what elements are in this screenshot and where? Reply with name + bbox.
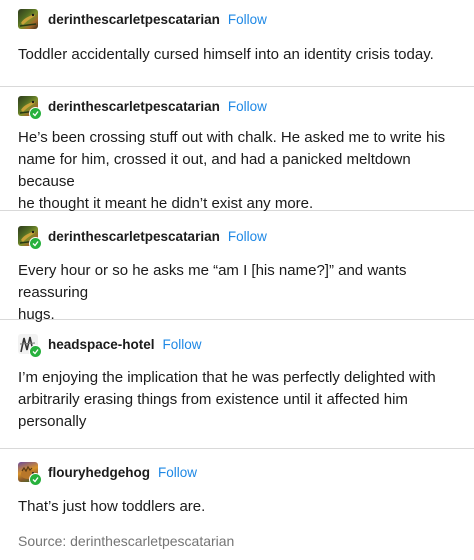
post-text-line: name for him, crossed it out, and had a …	[18, 151, 411, 190]
lizard-avatar-icon[interactable]	[18, 96, 42, 120]
reblog-post-3: derinthescarletpescatarian Follow Every …	[0, 211, 474, 323]
post-body: I’m enjoying the implication that he was…	[18, 367, 468, 433]
reblog-post-4: headspace-hotel Follow I’m enjoying the …	[0, 320, 474, 449]
post-text-line: He’s been crossing stuff out with chalk.…	[18, 129, 446, 146]
post-header: flouryhedgehog Follow	[18, 461, 197, 486]
hedgehog-avatar-icon[interactable]	[18, 462, 42, 486]
post-body: Every hour or so he asks me “am I [his n…	[18, 260, 468, 326]
post-text-line: I’m enjoying the implication that he was…	[18, 369, 436, 386]
online-badge-icon	[29, 107, 42, 120]
online-badge-icon	[29, 473, 42, 486]
follow-button[interactable]: Follow	[228, 12, 267, 27]
post-text-line: arbitrarily erasing things from existenc…	[18, 391, 408, 408]
post-text-line: he thought it meant he didn’t exist any …	[18, 195, 314, 212]
reblog-post-2: derinthescarletpescatarian Follow He’s b…	[0, 87, 474, 212]
post-header: derinthescarletpescatarian Follow	[18, 225, 267, 250]
lizard-avatar-icon[interactable]	[18, 226, 42, 250]
hotel-sketch-avatar-icon[interactable]	[18, 334, 42, 358]
post-header: headspace-hotel Follow	[18, 333, 202, 358]
post-header: derinthescarletpescatarian Follow	[18, 8, 267, 30]
online-badge-icon	[29, 237, 42, 250]
post-body: Toddler accidentally cursed himself into…	[18, 44, 468, 66]
post-text-line: personally	[18, 413, 87, 430]
follow-button[interactable]: Follow	[158, 465, 197, 480]
online-badge-icon	[29, 345, 42, 358]
follow-button[interactable]: Follow	[228, 229, 267, 244]
post-username[interactable]: flouryhedgehog	[48, 465, 150, 480]
reblog-thread: derinthescarletpescatarian Follow Toddle…	[0, 0, 474, 560]
post-username[interactable]: derinthescarletpescatarian	[48, 12, 220, 27]
post-body: That’s just how toddlers are.	[18, 496, 468, 518]
post-username[interactable]: derinthescarletpescatarian	[48, 99, 220, 114]
post-username[interactable]: headspace-hotel	[48, 337, 155, 352]
post-text-line: Toddler accidentally cursed himself into…	[18, 46, 434, 63]
post-body: He’s been crossing stuff out with chalk.…	[18, 127, 468, 215]
follow-button[interactable]: Follow	[163, 337, 202, 352]
lizard-avatar-icon[interactable]	[18, 9, 38, 29]
post-text-line: That’s just how toddlers are.	[18, 498, 206, 515]
post-header: derinthescarletpescatarian Follow	[18, 95, 267, 120]
post-username[interactable]: derinthescarletpescatarian	[48, 229, 220, 244]
post-text-line: Every hour or so he asks me “am I [his n…	[18, 262, 407, 301]
reblog-post-1: derinthescarletpescatarian Follow Toddle…	[0, 0, 474, 87]
follow-button[interactable]: Follow	[228, 99, 267, 114]
reblog-post-5: flouryhedgehog Follow That’s just how to…	[0, 449, 474, 560]
source-link[interactable]: Source: derinthescarletpescatarian	[18, 533, 234, 549]
